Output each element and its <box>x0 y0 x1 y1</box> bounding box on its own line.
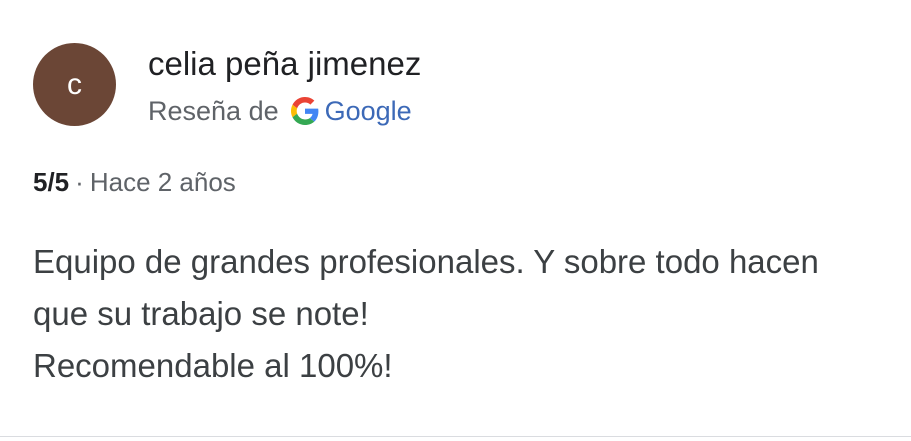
review-body: Equipo de grandes profesionales. Y sobre… <box>33 236 908 392</box>
google-brand-label[interactable]: Google <box>325 96 412 127</box>
divider <box>0 436 911 437</box>
author-name[interactable]: celia peña jimenez <box>148 44 421 84</box>
review-source: Reseña de Google <box>148 93 412 129</box>
google-g-icon <box>290 97 319 125</box>
source-prefix: Reseña de <box>148 95 279 126</box>
review-card: c celia peña jimenez Reseña de Google 5/… <box>0 0 911 441</box>
review-text-line: Equipo de grandes profesionales. Y sobre… <box>33 243 819 280</box>
rating-score: 5/5 <box>33 167 70 197</box>
review-meta: 5/5 · Hace 2 años <box>33 164 236 200</box>
avatar-letter: c <box>67 67 82 101</box>
meta-separator: · <box>75 167 84 197</box>
review-text-line: que su trabajo se note! <box>33 295 369 332</box>
review-text-line: Recomendable al 100%! <box>33 347 393 384</box>
avatar[interactable]: c <box>33 43 116 126</box>
review-date: Hace 2 años <box>89 167 236 197</box>
